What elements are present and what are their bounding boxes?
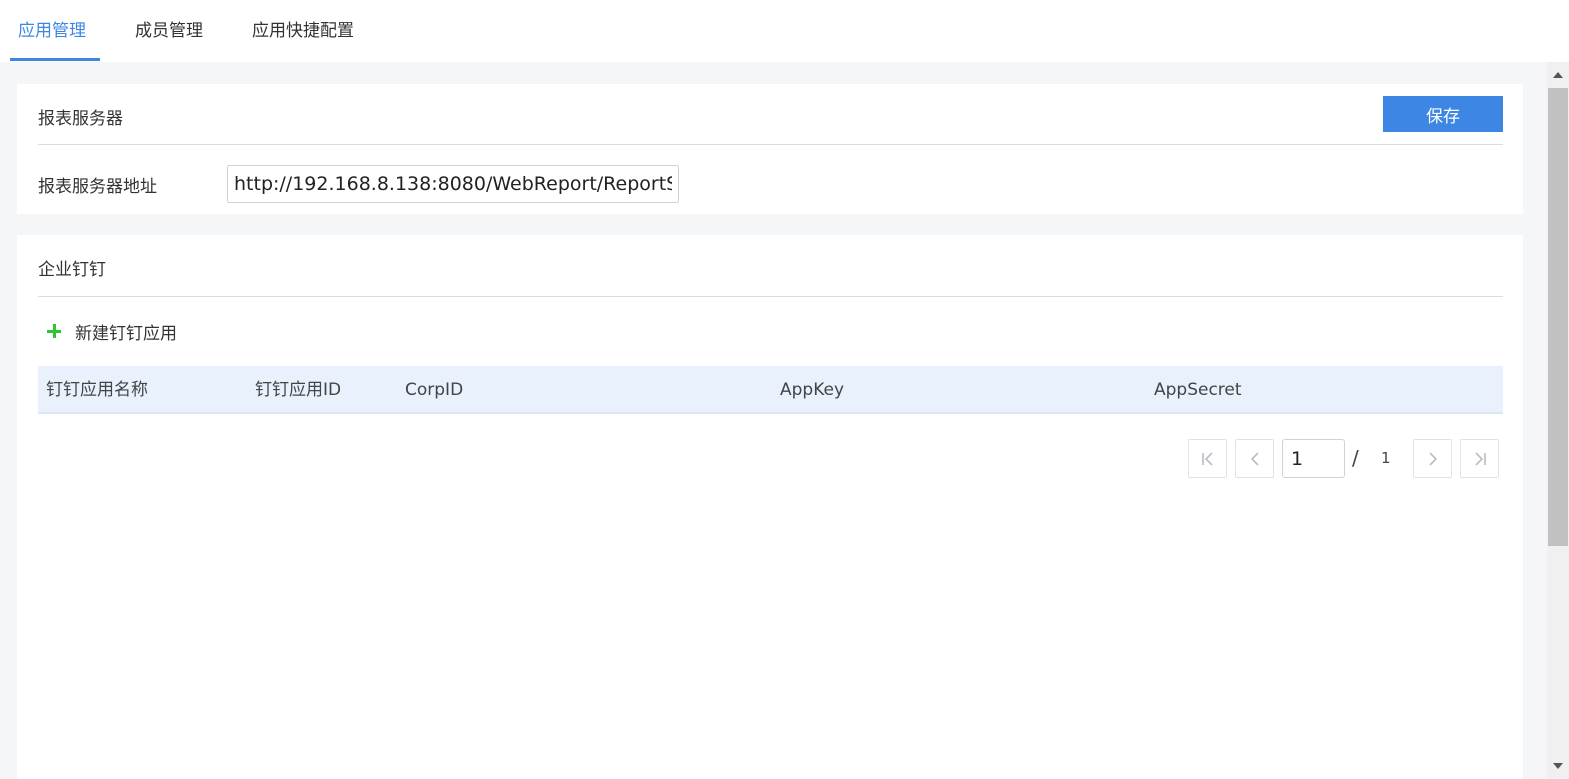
column-header-appkey[interactable]: AppKey [780, 366, 844, 414]
section-divider [38, 144, 1503, 145]
table-header: 钉钉应用名称 钉钉应用ID CorpID AppKey AppSecret [38, 366, 1503, 414]
active-tab-indicator [10, 58, 100, 61]
column-header-app-id[interactable]: 钉钉应用ID [255, 366, 341, 414]
column-header-appsecret[interactable]: AppSecret [1154, 366, 1242, 414]
first-page-button[interactable] [1188, 439, 1227, 478]
report-server-address-input[interactable] [227, 165, 679, 203]
last-page-icon [1474, 451, 1486, 466]
tab-app-management[interactable]: 应用管理 [10, 0, 94, 62]
tab-app-shortcut-config[interactable]: 应用快捷配置 [244, 0, 362, 62]
scroll-up-button[interactable] [1547, 66, 1569, 84]
arrow-down-icon [1553, 763, 1563, 769]
section-divider [38, 296, 1503, 297]
arrow-up-icon [1553, 72, 1563, 78]
first-page-icon [1201, 451, 1213, 466]
page-separator: / [1352, 446, 1359, 470]
new-dingtalk-app-button[interactable]: 新建钉钉应用 [47, 317, 177, 345]
column-header-app-name[interactable]: 钉钉应用名称 [46, 366, 148, 414]
report-server-address-label: 报表服务器地址 [38, 177, 157, 197]
chevron-left-icon [1250, 451, 1259, 466]
save-button[interactable]: 保存 [1383, 96, 1503, 132]
dingtalk-panel: 企业钉钉 新建钉钉应用 钉钉应用名称 钉钉应用ID CorpID AppKey … [17, 235, 1523, 779]
dingtalk-title: 企业钉钉 [38, 260, 106, 280]
vertical-scrollbar[interactable] [1547, 62, 1569, 779]
report-server-title: 报表服务器 [38, 109, 123, 129]
column-header-corpid[interactable]: CorpID [405, 366, 463, 414]
new-dingtalk-app-label: 新建钉钉应用 [75, 323, 177, 344]
total-pages: 1 [1381, 449, 1391, 467]
plus-icon [47, 324, 61, 338]
last-page-button[interactable] [1460, 439, 1499, 478]
prev-page-button[interactable] [1235, 439, 1274, 478]
scroll-down-button[interactable] [1547, 757, 1569, 775]
chevron-right-icon [1428, 451, 1437, 466]
report-server-panel: 报表服务器 保存 报表服务器地址 [17, 84, 1523, 214]
page-number-input[interactable] [1282, 439, 1345, 478]
tab-bar: 应用管理 成员管理 应用快捷配置 [0, 0, 1569, 62]
app-root: 应用管理 成员管理 应用快捷配置 报表服务器 保存 报表服务器地址 企业钉钉 新… [0, 0, 1569, 779]
scrollbar-thumb[interactable] [1548, 88, 1568, 546]
tab-member-management[interactable]: 成员管理 [127, 0, 211, 62]
next-page-button[interactable] [1413, 439, 1452, 478]
